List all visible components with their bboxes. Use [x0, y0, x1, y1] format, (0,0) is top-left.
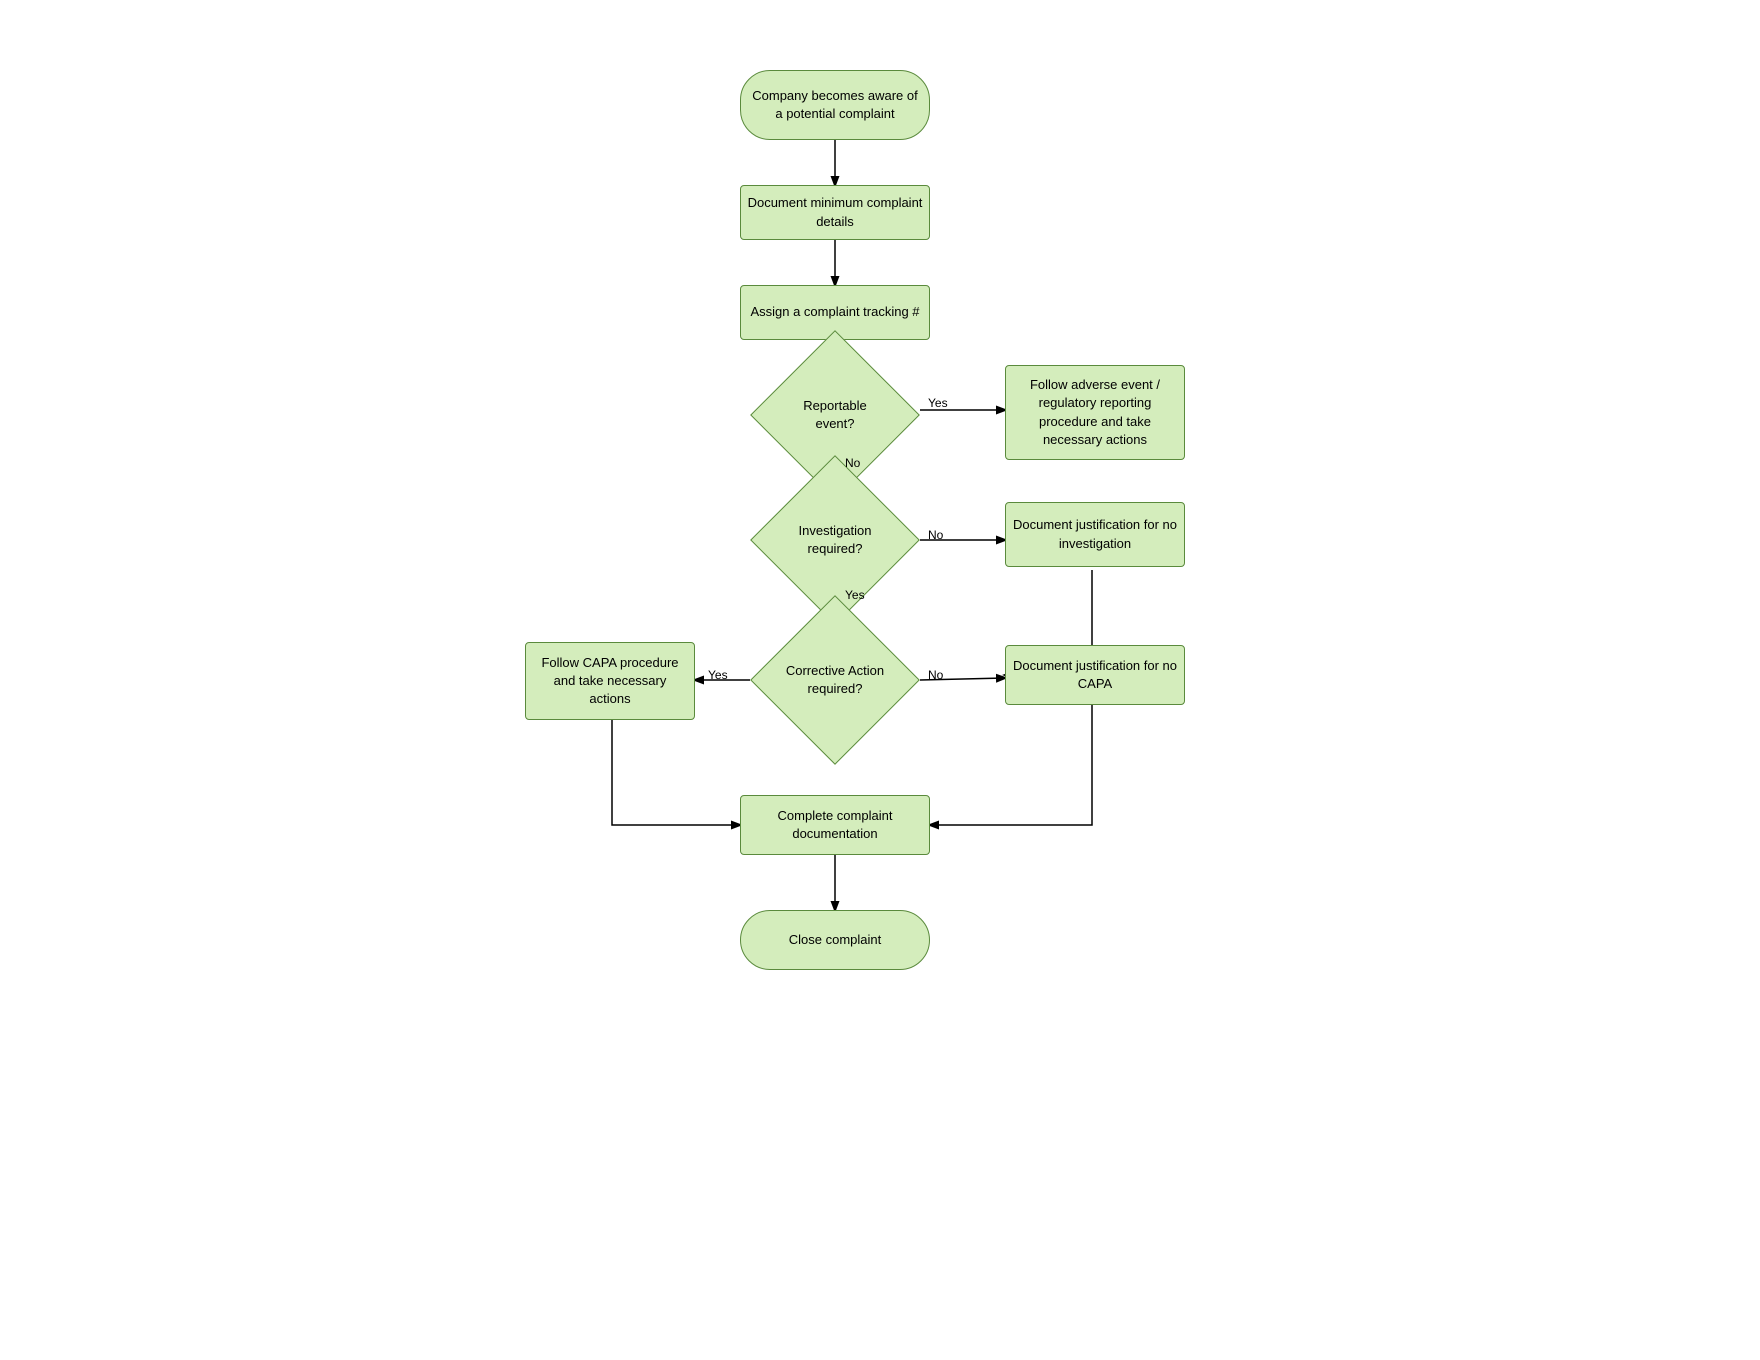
yes-investigation-label: Yes: [845, 588, 865, 602]
no-capa-node: Document justification for noCAPA: [1005, 645, 1185, 705]
yes-reportable-label: Yes: [928, 396, 948, 410]
investigation-diamond: Investigationrequired?: [775, 480, 895, 600]
yes-corrective-label: Yes: [708, 668, 728, 682]
doc-min-node: Document minimum complaintdetails: [740, 185, 930, 240]
complete-node: Complete complaintdocumentation: [740, 795, 930, 855]
no-investigation-label: No: [928, 528, 943, 542]
no-investigation-node: Document justification for noinvestigati…: [1005, 502, 1185, 567]
corrective-diamond: Corrective Actionrequired?: [775, 620, 895, 740]
adverse-node: Follow adverse event /regulatory reporti…: [1005, 365, 1185, 460]
flowchart: Company becomes aware ofa potential comp…: [430, 30, 1330, 1330]
start-node: Company becomes aware ofa potential comp…: [740, 70, 930, 140]
close-node: Close complaint: [740, 910, 930, 970]
capa-node: Follow CAPA procedureand take necessarya…: [525, 642, 695, 720]
no-reportable-label: No: [845, 456, 860, 470]
no-corrective-label: No: [928, 668, 943, 682]
